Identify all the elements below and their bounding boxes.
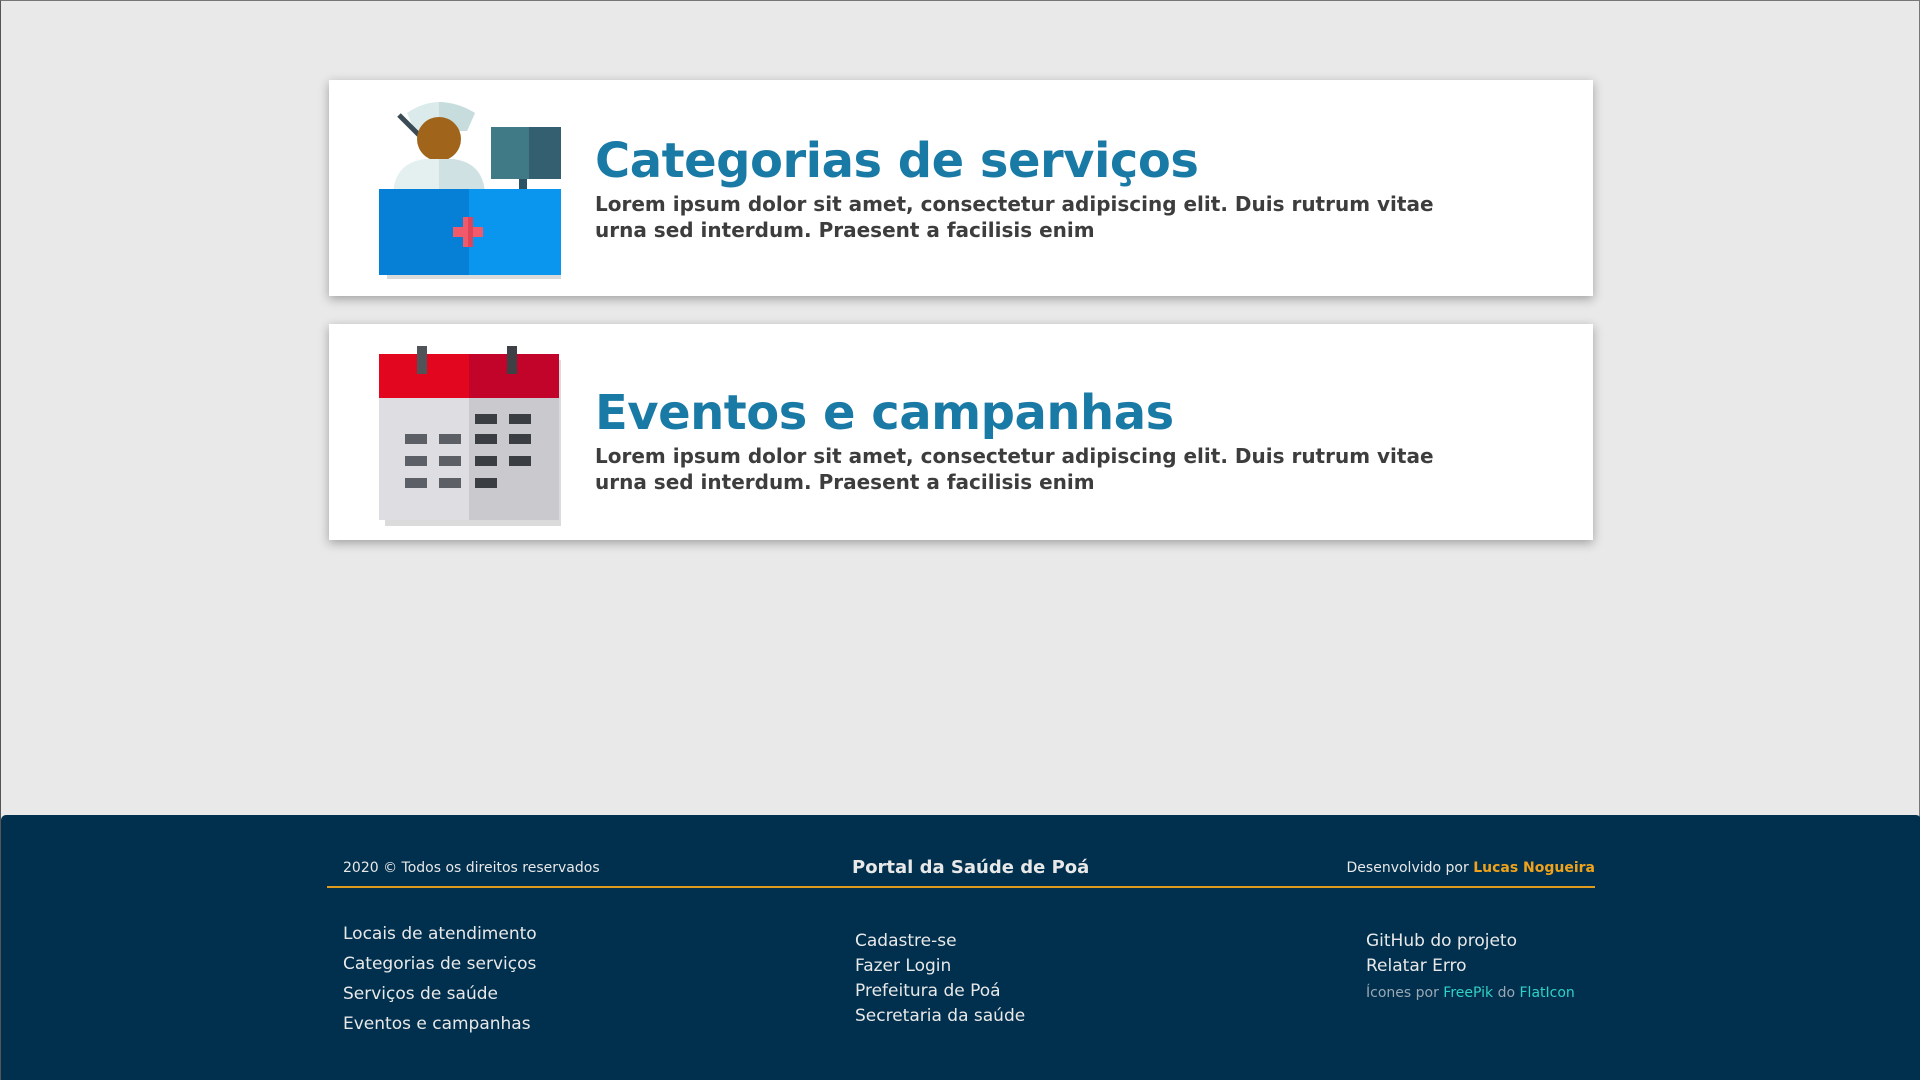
developer-credit: Desenvolvido por Lucas Nogueira: [1347, 860, 1595, 876]
icon-credits: Ícones por FreePik do FlatIcon: [1366, 981, 1575, 1006]
footer-link-categorias[interactable]: Categorias de serviços: [343, 954, 536, 974]
page: Categorias de serviços Lorem ipsum dolor…: [0, 0, 1920, 1080]
card-title[interactable]: Categorias de serviços: [595, 132, 1483, 190]
freepik-link[interactable]: FreePik: [1443, 985, 1493, 1001]
credits-prefix: Ícones por: [1366, 985, 1439, 1001]
footer-link-eventos[interactable]: Eventos e campanhas: [343, 1014, 531, 1034]
portal-title: Portal da Saúde de Poá: [852, 857, 1090, 878]
nurse-reception-icon: [379, 102, 561, 279]
card-text: Eventos e campanhas Lorem ipsum dolor si…: [595, 384, 1483, 495]
footer-link-prefeitura[interactable]: Prefeitura de Poá: [855, 981, 1001, 1001]
footer-link-locais[interactable]: Locais de atendimento: [343, 924, 537, 944]
card-eventos[interactable]: Eventos e campanhas Lorem ipsum dolor si…: [329, 324, 1593, 540]
footer-link-servicos[interactable]: Serviços de saúde: [343, 984, 498, 1004]
footer-nav-col-1: Locais de atendimento Categorias de serv…: [343, 919, 537, 1039]
footer-header: 2020 © Todos os direitos reservados Port…: [327, 852, 1595, 888]
footer-link-relatar-erro[interactable]: Relatar Erro: [1366, 956, 1467, 976]
footer-link-login[interactable]: Fazer Login: [855, 956, 951, 976]
card-text: Categorias de serviços Lorem ipsum dolor…: [595, 132, 1483, 243]
flaticon-link[interactable]: FlatIcon: [1520, 985, 1575, 1001]
card-description: Lorem ipsum dolor sit amet, consectetur …: [595, 192, 1434, 242]
developed-by-label: Desenvolvido por: [1346, 860, 1469, 876]
card-title[interactable]: Eventos e campanhas: [595, 384, 1483, 442]
footer: 2020 © Todos os direitos reservados Port…: [1, 815, 1920, 1080]
card-categorias[interactable]: Categorias de serviços Lorem ipsum dolor…: [329, 80, 1593, 296]
calendar-icon: [379, 346, 561, 526]
copyright: 2020 © Todos os direitos reservados: [343, 860, 600, 876]
credits-middle: do: [1497, 985, 1516, 1001]
footer-nav-col-3: GitHub do projeto Relatar Erro Ícones po…: [1366, 929, 1575, 1006]
footer-link-github[interactable]: GitHub do projeto: [1366, 931, 1517, 951]
card-description: Lorem ipsum dolor sit amet, consectetur …: [595, 444, 1434, 494]
footer-link-secretaria[interactable]: Secretaria da saúde: [855, 1006, 1025, 1026]
footer-link-cadastre[interactable]: Cadastre-se: [855, 931, 957, 951]
footer-nav-col-2: Cadastre-se Fazer Login Prefeitura de Po…: [855, 929, 1025, 1029]
author-link[interactable]: Lucas Nogueira: [1473, 860, 1595, 876]
